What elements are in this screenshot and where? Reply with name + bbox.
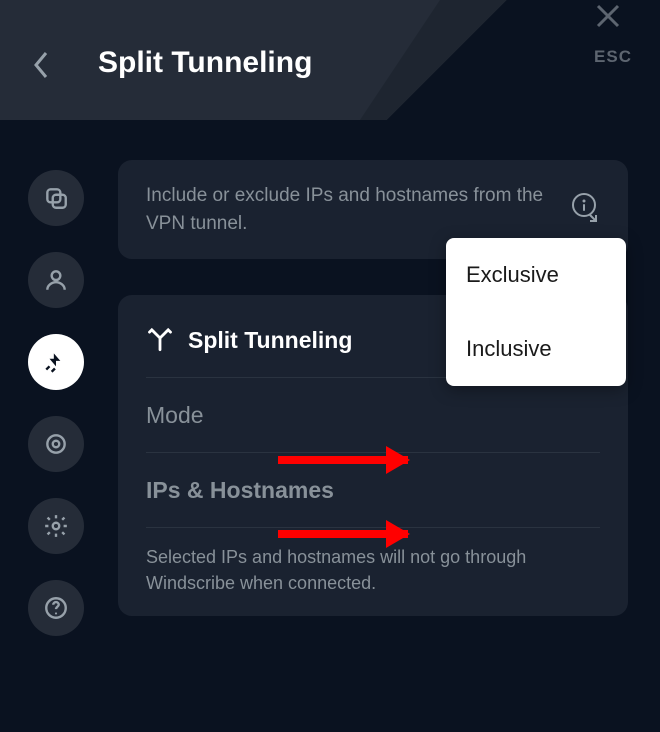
mode-row[interactable]: Mode bbox=[146, 378, 600, 452]
sidebar-item-settings[interactable] bbox=[28, 498, 84, 554]
sidebar-item-connection[interactable] bbox=[28, 334, 84, 390]
header: Split Tunneling ESC bbox=[0, 0, 660, 120]
split-icon bbox=[146, 324, 174, 357]
info-icon[interactable] bbox=[568, 191, 600, 228]
hint-text: Selected IPs and hostnames will not go t… bbox=[146, 528, 600, 596]
mode-dropdown: Exclusive Inclusive bbox=[446, 238, 626, 386]
content: Include or exclude IPs and hostnames fro… bbox=[118, 160, 628, 652]
ips-label: IPs & Hostnames bbox=[146, 477, 334, 504]
sidebar-item-help[interactable] bbox=[28, 580, 84, 636]
back-button[interactable] bbox=[32, 50, 50, 80]
close-button[interactable] bbox=[592, 0, 624, 32]
split-label: Split Tunneling bbox=[188, 327, 352, 354]
sidebar-item-robert[interactable] bbox=[28, 416, 84, 472]
dropdown-option-exclusive[interactable]: Exclusive bbox=[446, 238, 626, 312]
sidebar-item-general[interactable] bbox=[28, 170, 84, 226]
sidebar-item-account[interactable] bbox=[28, 252, 84, 308]
arrow-annotation bbox=[278, 530, 408, 538]
dropdown-option-inclusive[interactable]: Inclusive bbox=[446, 312, 626, 386]
arrow-annotation bbox=[278, 456, 408, 464]
info-text: Include or exclude IPs and hostnames fro… bbox=[146, 182, 550, 237]
esc-label: ESC bbox=[594, 47, 632, 67]
ips-row[interactable]: IPs & Hostnames bbox=[146, 453, 600, 527]
sidebar bbox=[28, 170, 84, 636]
mode-label: Mode bbox=[146, 402, 204, 429]
page-title: Split Tunneling bbox=[98, 46, 312, 80]
